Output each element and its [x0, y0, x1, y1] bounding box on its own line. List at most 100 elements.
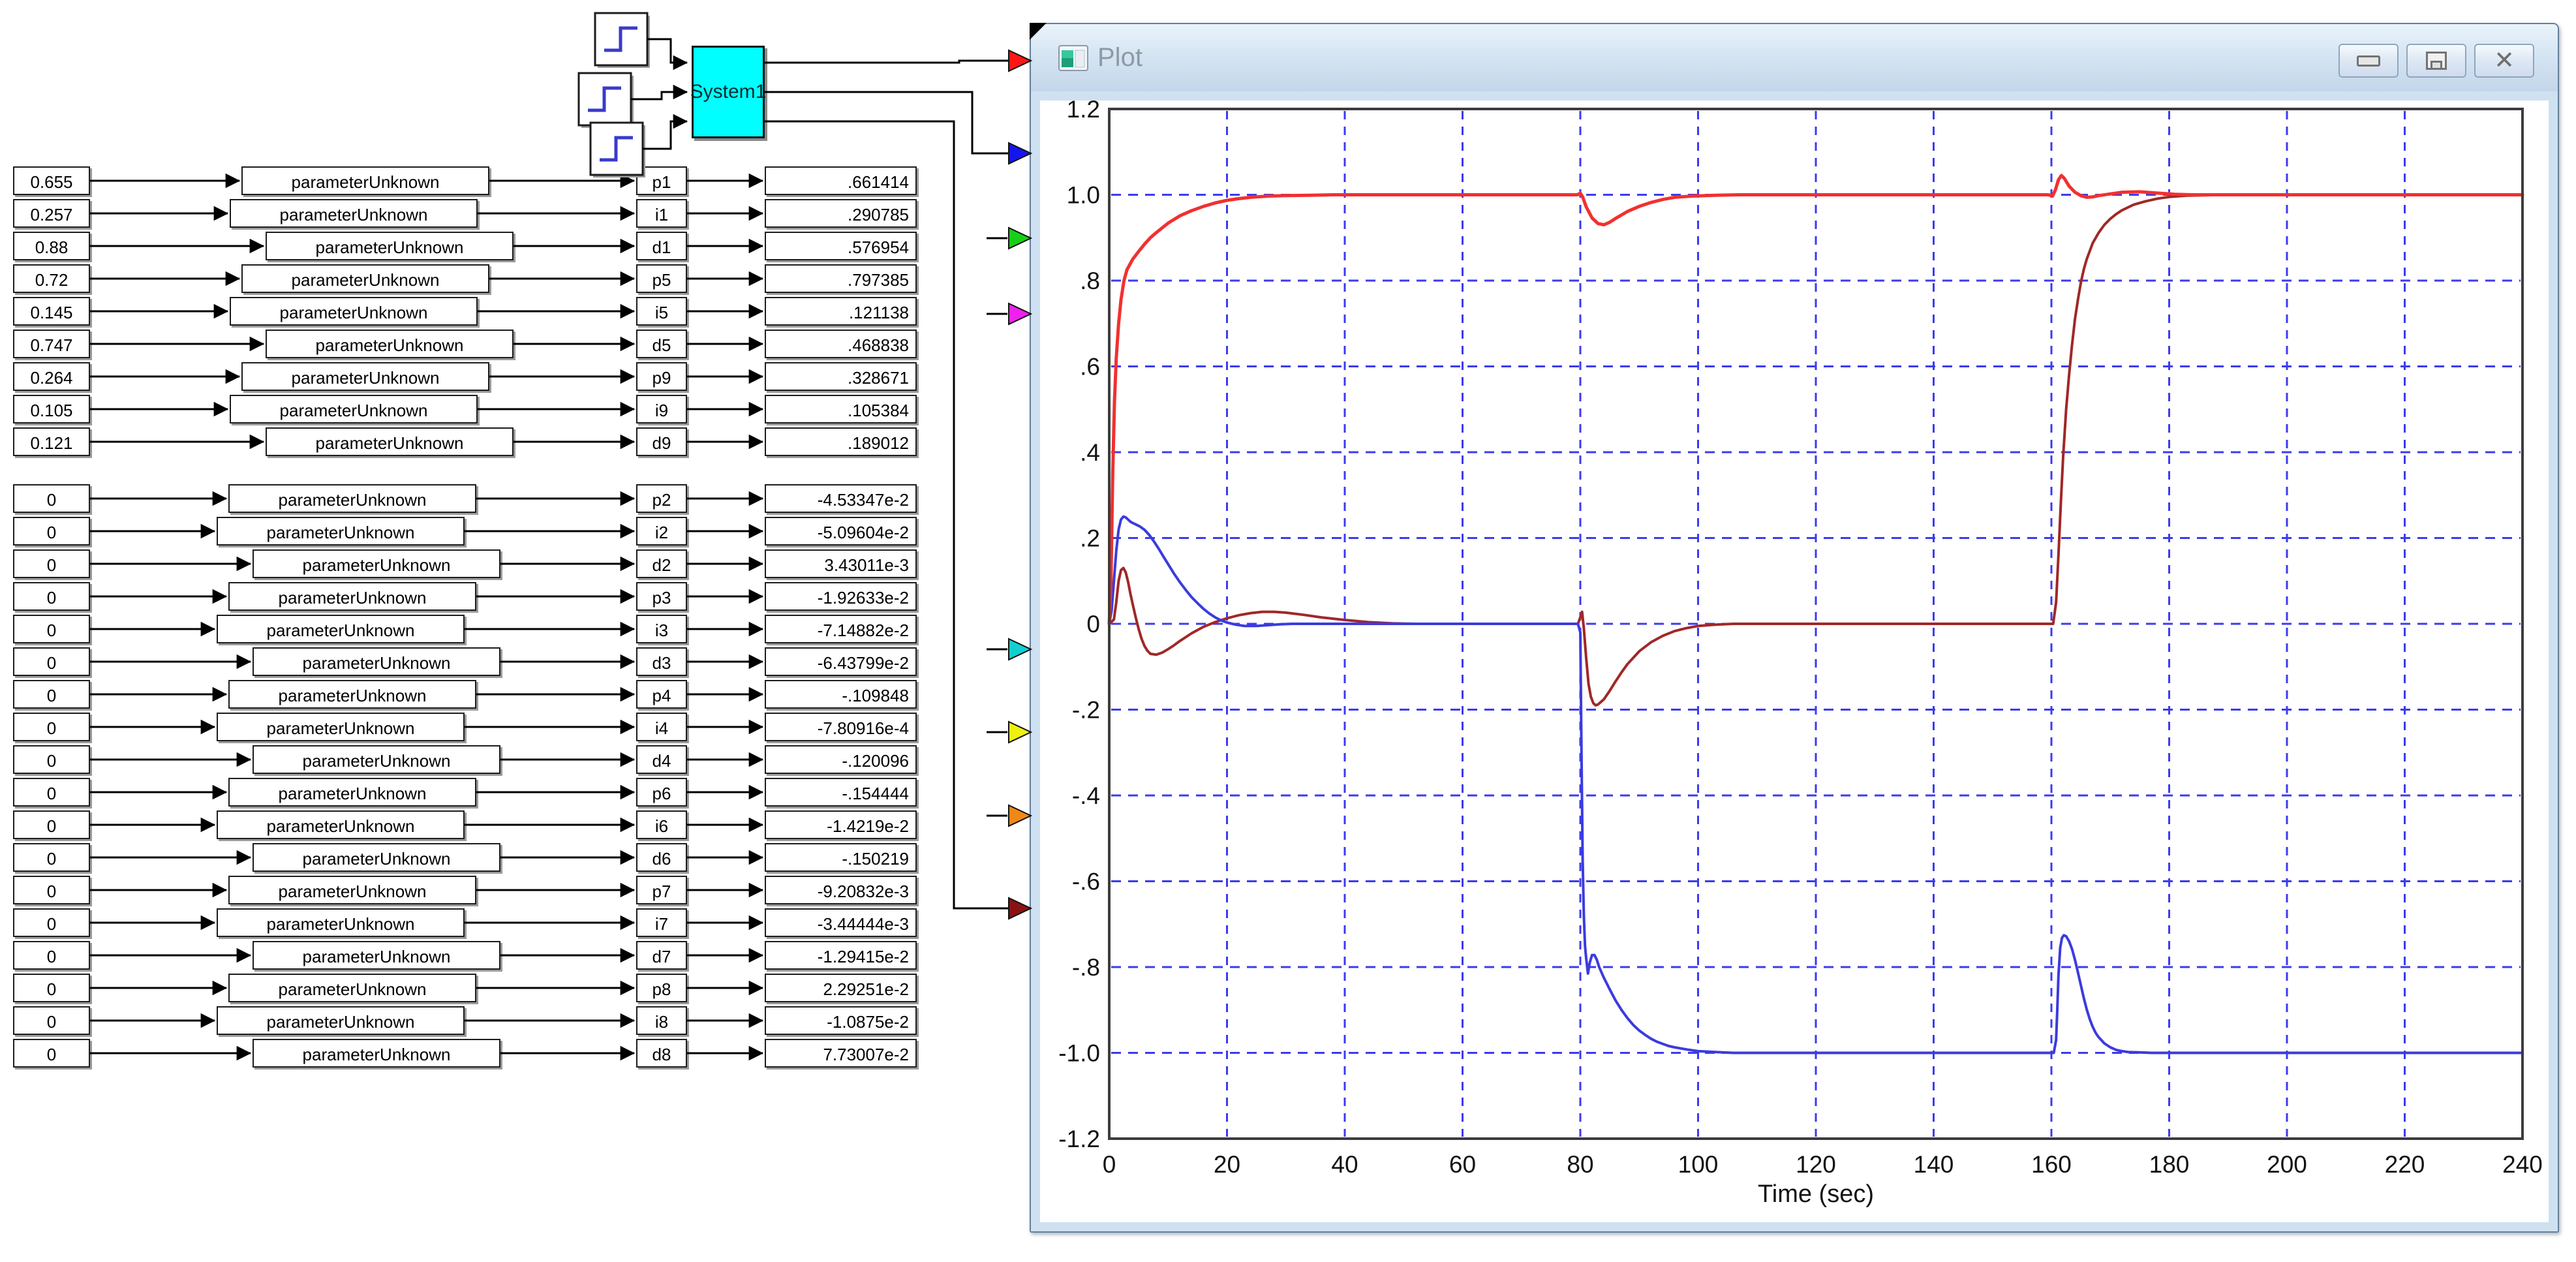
- display-block[interactable]: -.150219: [765, 843, 917, 872]
- param-label-block[interactable]: i7: [636, 908, 687, 937]
- gain-block[interactable]: parameterUnknown: [228, 876, 476, 904]
- gain-block[interactable]: parameterUnknown: [241, 166, 489, 195]
- constant-block[interactable]: 0: [13, 680, 90, 709]
- display-block[interactable]: -.120096: [765, 745, 917, 774]
- minimize-button[interactable]: [2338, 44, 2399, 78]
- constant-block[interactable]: 0.88: [13, 232, 90, 260]
- restore-button[interactable]: [2406, 44, 2466, 78]
- display-block[interactable]: .328671: [765, 362, 917, 391]
- constant-block[interactable]: 0.257: [13, 199, 90, 228]
- constant-block[interactable]: 0: [13, 647, 90, 676]
- constant-block[interactable]: 0: [13, 974, 90, 1002]
- constant-block[interactable]: 0: [13, 517, 90, 546]
- param-label-block[interactable]: p9: [636, 362, 687, 391]
- gain-block[interactable]: parameterUnknown: [230, 199, 478, 228]
- param-label-block[interactable]: d6: [636, 843, 687, 872]
- param-label-block[interactable]: p6: [636, 778, 687, 807]
- param-label-block[interactable]: i9: [636, 395, 687, 423]
- param-label-block[interactable]: i1: [636, 199, 687, 228]
- display-block[interactable]: -4.53347e-2: [765, 484, 917, 513]
- display-block[interactable]: -7.80916e-4: [765, 713, 917, 741]
- gain-block[interactable]: parameterUnknown: [266, 232, 514, 260]
- constant-block[interactable]: 0.121: [13, 427, 90, 456]
- constant-block[interactable]: 0: [13, 941, 90, 970]
- param-label-block[interactable]: i2: [636, 517, 687, 546]
- display-block[interactable]: .121138: [765, 297, 917, 326]
- param-label-block[interactable]: d3: [636, 647, 687, 676]
- gain-block[interactable]: parameterUnknown: [228, 680, 476, 709]
- constant-block[interactable]: 0: [13, 876, 90, 904]
- gain-block[interactable]: parameterUnknown: [241, 362, 489, 391]
- param-label-block[interactable]: d2: [636, 549, 687, 578]
- gain-block[interactable]: parameterUnknown: [217, 615, 465, 643]
- gain-block[interactable]: parameterUnknown: [217, 908, 465, 937]
- display-block[interactable]: -6.43799e-2: [765, 647, 917, 676]
- param-label-block[interactable]: i3: [636, 615, 687, 643]
- gain-block[interactable]: parameterUnknown: [253, 843, 500, 872]
- param-label-block[interactable]: d8: [636, 1039, 687, 1068]
- gain-block[interactable]: parameterUnknown: [217, 810, 465, 839]
- param-label-block[interactable]: p5: [636, 264, 687, 293]
- constant-block[interactable]: 0: [13, 810, 90, 839]
- display-block[interactable]: -.154444: [765, 778, 917, 807]
- constant-block[interactable]: 0: [13, 582, 90, 611]
- gain-block[interactable]: parameterUnknown: [230, 297, 478, 326]
- param-label-block[interactable]: p2: [636, 484, 687, 513]
- constant-block[interactable]: 0.655: [13, 166, 90, 195]
- param-label-block[interactable]: p3: [636, 582, 687, 611]
- gain-block[interactable]: parameterUnknown: [217, 713, 465, 741]
- system1-block[interactable]: System1: [690, 46, 766, 138]
- display-block[interactable]: 7.73007e-2: [765, 1039, 917, 1068]
- gain-block[interactable]: parameterUnknown: [253, 1039, 500, 1068]
- param-label-block[interactable]: d5: [636, 330, 687, 358]
- constant-block[interactable]: 0.72: [13, 264, 90, 293]
- gain-block[interactable]: parameterUnknown: [230, 395, 478, 423]
- display-block[interactable]: -5.09604e-2: [765, 517, 917, 546]
- constant-block[interactable]: 0: [13, 615, 90, 643]
- display-block[interactable]: 3.43011e-3: [765, 549, 917, 578]
- gain-block[interactable]: parameterUnknown: [228, 582, 476, 611]
- param-label-block[interactable]: d1: [636, 232, 687, 260]
- param-label-block[interactable]: d9: [636, 427, 687, 456]
- display-block[interactable]: .468838: [765, 330, 917, 358]
- constant-block[interactable]: 0: [13, 484, 90, 513]
- constant-block[interactable]: 0: [13, 745, 90, 774]
- gain-block[interactable]: parameterUnknown: [228, 484, 476, 513]
- gain-block[interactable]: parameterUnknown: [253, 941, 500, 970]
- gain-block[interactable]: parameterUnknown: [228, 974, 476, 1002]
- param-label-block[interactable]: i6: [636, 810, 687, 839]
- display-block[interactable]: .189012: [765, 427, 917, 456]
- gain-block[interactable]: parameterUnknown: [253, 647, 500, 676]
- gain-block[interactable]: parameterUnknown: [253, 745, 500, 774]
- display-block[interactable]: .290785: [765, 199, 917, 228]
- step-source-3[interactable]: [589, 121, 644, 176]
- display-block[interactable]: .661414: [765, 166, 917, 195]
- param-label-block[interactable]: i5: [636, 297, 687, 326]
- step-source-2[interactable]: [577, 72, 632, 127]
- param-label-block[interactable]: d7: [636, 941, 687, 970]
- display-block[interactable]: -1.0875e-2: [765, 1006, 917, 1035]
- param-label-block[interactable]: d4: [636, 745, 687, 774]
- display-block[interactable]: -.109848: [765, 680, 917, 709]
- display-block[interactable]: .576954: [765, 232, 917, 260]
- step-source-1[interactable]: [594, 12, 649, 67]
- constant-block[interactable]: 0: [13, 778, 90, 807]
- gain-block[interactable]: parameterUnknown: [241, 264, 489, 293]
- gain-block[interactable]: parameterUnknown: [217, 1006, 465, 1035]
- constant-block[interactable]: 0.747: [13, 330, 90, 358]
- gain-block[interactable]: parameterUnknown: [266, 427, 514, 456]
- display-block[interactable]: .797385: [765, 264, 917, 293]
- constant-block[interactable]: 0: [13, 549, 90, 578]
- param-label-block[interactable]: i4: [636, 713, 687, 741]
- constant-block[interactable]: 0: [13, 843, 90, 872]
- constant-block[interactable]: 0: [13, 1039, 90, 1068]
- param-label-block[interactable]: p8: [636, 974, 687, 1002]
- display-block[interactable]: -1.92633e-2: [765, 582, 917, 611]
- param-label-block[interactable]: p4: [636, 680, 687, 709]
- gain-block[interactable]: parameterUnknown: [253, 549, 500, 578]
- constant-block[interactable]: 0: [13, 713, 90, 741]
- display-block[interactable]: -3.44444e-3: [765, 908, 917, 937]
- constant-block[interactable]: 0: [13, 908, 90, 937]
- gain-block[interactable]: parameterUnknown: [217, 517, 465, 546]
- display-block[interactable]: 2.29251e-2: [765, 974, 917, 1002]
